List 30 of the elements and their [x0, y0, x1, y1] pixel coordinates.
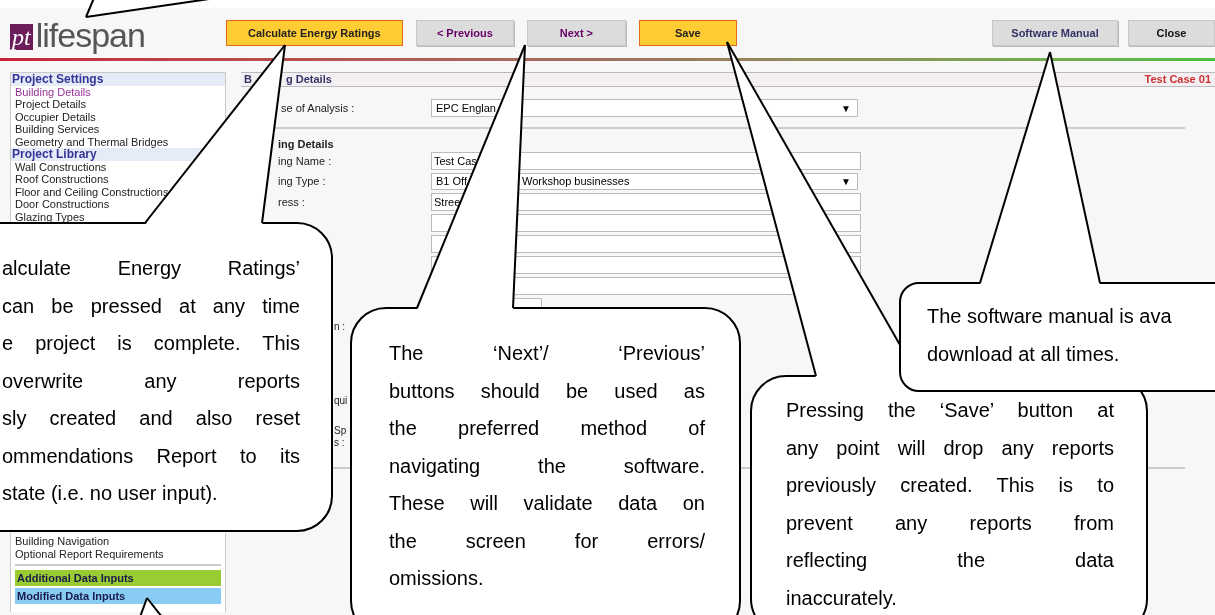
sidebar-section[interactable]: Modified Data Inputs — [15, 588, 221, 604]
field-label: qui — [334, 395, 348, 407]
toolbar-button[interactable]: Calculate Energy Ratings — [225, 20, 403, 46]
section-title: B — [244, 72, 252, 88]
toolbar-button[interactable]: Next > — [526, 20, 626, 46]
sidebar-item[interactable]: Optional Report Requirements — [15, 547, 221, 560]
section-title: g Details — [285, 72, 332, 88]
toolbar-button[interactable]: Close — [1128, 20, 1215, 46]
sidebar-item[interactable]: Building Navigation — [15, 535, 221, 548]
field-label: s : — [334, 437, 345, 449]
callout-text: alculate Energy Ratings’ can be pressed at any time e project is complete. This overwrite any reports sly created and also reset ommendations Report to its state (i.e. no user input). — [2, 256, 300, 506]
sidebar-item[interactable]: Occupier Details — [11, 110, 225, 123]
field-label: ress : — [278, 195, 305, 208]
field-label: n : — [334, 321, 346, 333]
case-name: Test Case 01 — [1144, 72, 1211, 88]
toolbar-button[interactable]: Save — [638, 20, 737, 46]
sidebar-section[interactable]: Additional Data Inputs — [15, 570, 221, 586]
sidebar-item[interactable]: Building Details — [11, 85, 225, 98]
sidebar-heading: Project Settings — [11, 73, 225, 86]
field-label: ing Type : — [278, 175, 326, 188]
callout-text: The software manual is ava download at all times. — [927, 304, 1173, 367]
toolbar-button[interactable]: Software Manual — [992, 20, 1118, 46]
callout-text: The ‘Next’/ ‘Previous’ buttons should be used as the preferred method of navigating the software. These will validate data on the screen for errors/ omissions. — [389, 341, 705, 591]
sidebar-item[interactable]: Project Details — [11, 98, 225, 111]
toolbar-button[interactable]: < Previous — [415, 20, 514, 46]
field-label: se of Analysis : — [281, 101, 355, 114]
subsection-heading: ing Details — [277, 138, 335, 151]
callout-text: Pressing the ‘Save’ button at any point will drop any reports previously created. This is to prevent any reports from reflecting the data inaccurately. — [786, 398, 1114, 611]
field-label: ing Name : — [278, 154, 332, 167]
field-label: Sp — [334, 425, 347, 437]
